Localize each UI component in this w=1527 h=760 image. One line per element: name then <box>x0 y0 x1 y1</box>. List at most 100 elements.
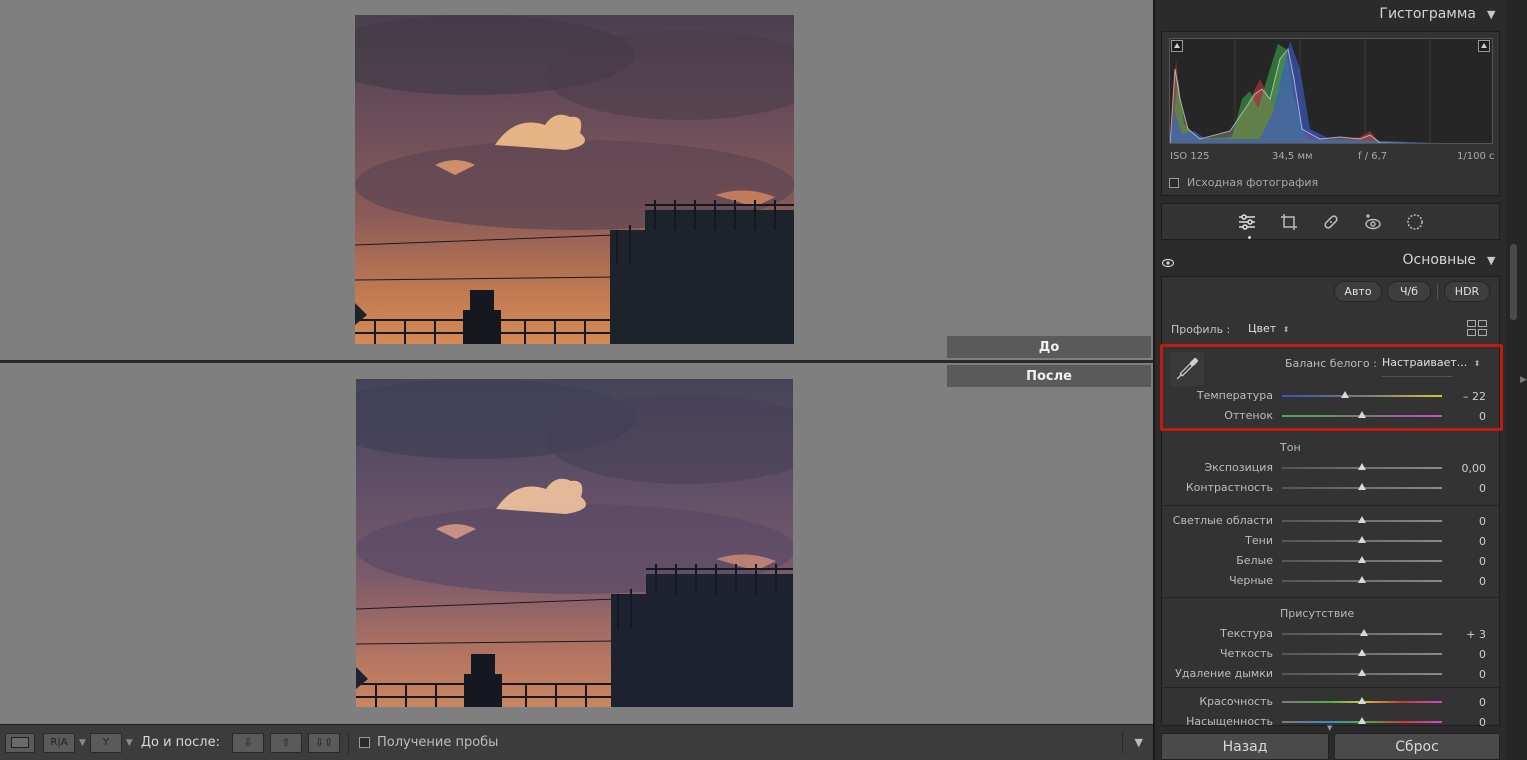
highlight-clipping-indicator[interactable] <box>1478 40 1490 52</box>
basic-collapse-icon[interactable]: ▼ <box>1487 254 1495 267</box>
back-button[interactable]: Назад <box>1161 733 1329 760</box>
temperature-label: Температура <box>1196 389 1273 402</box>
tint-value[interactable]: 0 <box>1446 410 1486 423</box>
clarity-label: Четкость <box>1219 647 1273 660</box>
soft-proof-checkbox[interactable] <box>358 737 370 748</box>
reset-button[interactable]: Сброс <box>1334 733 1500 760</box>
temperature-slider-thumb[interactable] <box>1341 391 1349 398</box>
shadows-slider-thumb[interactable] <box>1358 536 1366 543</box>
clarity-slider-thumb[interactable] <box>1358 649 1366 656</box>
bw-button[interactable]: Ч/б <box>1387 281 1431 302</box>
up-down-chevron-icon: ⬍ <box>1282 325 1290 334</box>
chevron-down-icon[interactable]: ▼ <box>126 738 133 748</box>
wb-underline <box>1382 376 1452 377</box>
shadows-value[interactable]: 0 <box>1446 535 1486 548</box>
crop-icon[interactable] <box>1279 212 1299 232</box>
highlights-label: Светлые области <box>1172 514 1273 527</box>
dehaze-slider-thumb[interactable] <box>1358 669 1366 676</box>
profile-browser-grid-icon[interactable] <box>1467 320 1487 340</box>
healing-bandage-icon[interactable] <box>1321 212 1341 232</box>
toolbar-separator <box>1121 731 1123 754</box>
masking-icon[interactable] <box>1405 212 1425 232</box>
profile-value: Цвет <box>1248 322 1277 335</box>
highlights-slider-thumb[interactable] <box>1358 516 1366 523</box>
swap-icon: ⇩⇧ <box>314 736 334 749</box>
histogram-graph[interactable] <box>1169 38 1493 144</box>
scroll-down-caret-icon: ▼ <box>1327 724 1333 732</box>
texture-slider-thumb[interactable] <box>1360 629 1368 636</box>
original-photo-checkbox[interactable] <box>1169 178 1179 188</box>
focal-length-value: 34,5 мм <box>1272 151 1313 162</box>
active-tool-dot <box>1248 236 1251 239</box>
section-separator <box>1162 597 1499 598</box>
tint-label: Оттенок <box>1224 409 1273 422</box>
tint-slider-thumb[interactable] <box>1358 411 1366 418</box>
blacks-value[interactable]: 0 <box>1446 575 1486 588</box>
temperature-slider[interactable] <box>1282 395 1442 397</box>
contrast-value[interactable]: 0 <box>1446 482 1486 495</box>
dehaze-value[interactable]: 0 <box>1446 668 1486 681</box>
aperture-value: f / 6,7 <box>1358 151 1388 162</box>
wb-dropdown[interactable]: Настраивает... ⬍ <box>1382 356 1480 369</box>
histogram-collapse-icon[interactable]: ▼ <box>1487 8 1495 21</box>
vibrance-slider-thumb[interactable] <box>1358 697 1366 704</box>
soft-proof-label: Получение пробы <box>376 735 499 750</box>
texture-value[interactable]: + 3 <box>1446 628 1486 641</box>
blacks-slider-thumb[interactable] <box>1358 576 1366 583</box>
contrast-label: Контрастность <box>1185 481 1273 494</box>
shadows-label: Тени <box>1245 534 1273 547</box>
panel-collapse-arrow-icon[interactable]: ▶ <box>1520 375 1527 385</box>
copy-before-to-after-button[interactable]: ⇩ <box>231 732 264 753</box>
profile-dropdown[interactable]: Цвет ⬍ <box>1248 322 1289 335</box>
texture-label: Текстура <box>1220 627 1273 640</box>
chevron-down-icon[interactable]: ▼ <box>79 738 86 748</box>
whites-slider-thumb[interactable] <box>1358 556 1366 563</box>
up-down-chevron-icon: ⬍ <box>1473 359 1481 368</box>
after-label: После <box>947 365 1151 387</box>
basic-title[interactable]: Основные <box>1402 252 1476 268</box>
profile-label: Профиль : <box>1171 323 1231 336</box>
presence-heading: Присутствие <box>1280 607 1355 620</box>
after-photo[interactable] <box>356 379 793 707</box>
eyedropper-icon[interactable] <box>1170 352 1204 390</box>
whites-label: Белые <box>1236 554 1273 567</box>
edit-sliders-icon[interactable] <box>1237 212 1257 232</box>
saturation-value[interactable]: 0 <box>1446 716 1486 729</box>
tone-heading: Тон <box>1280 441 1301 454</box>
bottom-toolbar: R|A ▼ Y ▼ До и после: ⇩ ⇧ ⇩⇧ Получение п… <box>0 724 1153 760</box>
auto-button[interactable]: Авто <box>1334 281 1382 302</box>
y-label: Y <box>102 737 109 748</box>
whites-value[interactable]: 0 <box>1446 555 1486 568</box>
clarity-value[interactable]: 0 <box>1446 648 1486 661</box>
vibrance-value[interactable]: 0 <box>1446 696 1486 709</box>
before-photo[interactable] <box>355 15 794 344</box>
loupe-view-button[interactable] <box>5 732 35 753</box>
saturation-slider-thumb[interactable] <box>1358 717 1366 724</box>
temperature-value[interactable]: – 22 <box>1446 390 1486 403</box>
split-divider <box>0 360 1153 363</box>
dehaze-label: Удаление дымки <box>1175 667 1273 680</box>
red-eye-icon[interactable] <box>1363 212 1383 232</box>
wb-value: Настраивает... <box>1382 356 1468 369</box>
exposure-slider-thumb[interactable] <box>1358 463 1366 470</box>
exposure-label: Экспозиция <box>1204 461 1273 474</box>
copy-after-to-before-button[interactable]: ⇧ <box>269 732 302 753</box>
toolbar-separator <box>347 731 349 754</box>
reference-view-button[interactable]: R|A <box>43 732 75 753</box>
hdr-button[interactable]: HDR <box>1444 281 1490 302</box>
arrow-up-icon: ⇧ <box>281 736 291 749</box>
eye-icon[interactable] <box>1161 253 1175 272</box>
histogram-title[interactable]: Гистограмма <box>1379 6 1476 22</box>
panel-scrollbar-thumb[interactable] <box>1510 244 1517 320</box>
before-label: До <box>947 336 1151 358</box>
shutter-speed-value: 1/100 с <box>1457 151 1495 162</box>
arrow-down-icon: ⇩ <box>243 736 253 749</box>
exposure-value[interactable]: 0,00 <box>1446 462 1487 475</box>
contrast-slider-thumb[interactable] <box>1358 483 1366 490</box>
toolbar-menu-chevron-icon[interactable]: ▼ <box>1135 736 1143 749</box>
shadow-clipping-indicator[interactable] <box>1171 40 1183 52</box>
compare-view-button[interactable]: Y <box>89 732 122 753</box>
develop-tool-strip <box>1161 203 1500 240</box>
swap-before-after-button[interactable]: ⇩⇧ <box>307 732 340 753</box>
highlights-value[interactable]: 0 <box>1446 515 1486 528</box>
